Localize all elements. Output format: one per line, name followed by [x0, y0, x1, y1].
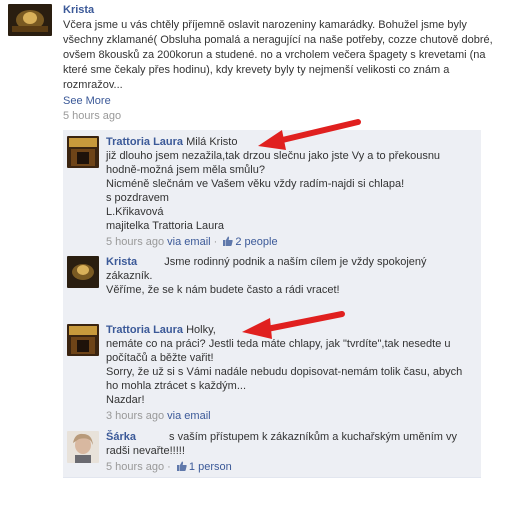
- avatar[interactable]: [67, 324, 99, 356]
- comment-author[interactable]: Trattoria Laura: [106, 324, 183, 336]
- comment-timestamp: 5 hours ago: [106, 236, 165, 248]
- comment-text: Jsme rodinný podnik a naším cílem je vžd…: [106, 256, 427, 282]
- separator: ·: [167, 461, 171, 473]
- comment-text: s pozdravem: [106, 192, 169, 204]
- comment-author[interactable]: Šárka: [106, 431, 136, 443]
- via-email-link[interactable]: via email: [167, 410, 210, 422]
- comment-meta: 3 hours ago via email: [106, 409, 476, 423]
- comment-timestamp: 3 hours ago: [106, 410, 165, 422]
- comment-text: majitelka Trattoria Laura: [106, 220, 224, 232]
- red-arrow-icon: [242, 311, 345, 339]
- comment-text: s vaším přístupem k zákazníkům a kuchařs…: [106, 431, 457, 457]
- post-author[interactable]: Krista: [63, 4, 94, 16]
- like-count-link[interactable]: 2 people: [235, 236, 277, 248]
- red-arrow-icon: [258, 119, 361, 150]
- like-count-link[interactable]: 1 person: [189, 461, 232, 473]
- avatar[interactable]: [67, 431, 99, 463]
- comment-author[interactable]: Krista: [106, 256, 137, 268]
- comment-author[interactable]: Trattoria Laura: [106, 136, 183, 148]
- comment-meta: 5 hours ago · 1 person: [106, 460, 476, 474]
- comment-text: L.Křikavová: [106, 206, 164, 218]
- avatar[interactable]: [67, 136, 99, 168]
- thumbs-up-icon[interactable]: [176, 461, 187, 471]
- comment-meta: 5 hours ago via email · 2 people: [106, 235, 476, 249]
- comment-text: již dlouho jsem nezažila,tak drzou slečn…: [106, 150, 441, 176]
- comment-text: Nicméně slečnám ve Vašem věku vždy radím…: [106, 178, 405, 190]
- comment-text: Holky,: [186, 324, 216, 336]
- via-email-link[interactable]: via email: [167, 236, 210, 248]
- comment-text: Milá Kristo: [186, 136, 238, 148]
- avatar[interactable]: [8, 4, 52, 36]
- separator: ·: [213, 236, 218, 248]
- thumbs-up-icon[interactable]: [223, 236, 234, 246]
- post-text: Včera jsme u vás chtěly příjemně oslavit…: [63, 19, 493, 91]
- see-more-link[interactable]: See More: [63, 95, 499, 107]
- comment-timestamp: 5 hours ago: [106, 461, 165, 473]
- comment-text: Nazdar!: [106, 394, 145, 406]
- comment-text: Sorry, že už si s Vámi nadále nebudu dop…: [106, 366, 463, 392]
- avatar[interactable]: [67, 256, 99, 288]
- comment-text: Věříme, že se k nám budete často a rádi …: [106, 284, 340, 296]
- comment: Šárka s vaším přístupem k zákazníkům a k…: [63, 425, 481, 478]
